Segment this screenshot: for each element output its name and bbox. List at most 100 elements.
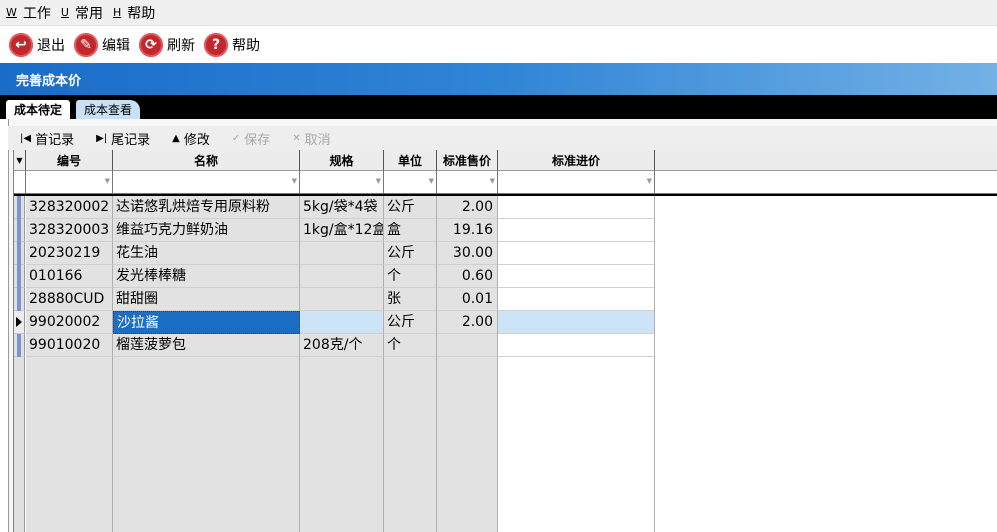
cell-cost[interactable] xyxy=(498,219,655,242)
cell-unit[interactable]: 公斤 xyxy=(384,242,437,265)
checkmark-icon: ✓ xyxy=(231,132,241,144)
filter-code[interactable]: ▼ xyxy=(26,171,113,194)
data-grid: ▼ 编号 名称 规格 单位 标准售价 标准进价 ▼ ▼ ▼ ▼ ▼ ▼ 3283… xyxy=(13,150,997,532)
row-marker xyxy=(17,265,21,288)
cell-spec[interactable]: 1kg/盒*12盒 xyxy=(300,219,384,242)
cell-name[interactable]: 达诺悠乳烘焙专用原料粉 xyxy=(113,196,300,219)
column-chooser-icon[interactable]: ▼ xyxy=(14,150,26,171)
cell-name[interactable]: 花生油 xyxy=(113,242,300,265)
cell-price[interactable]: 2.00 xyxy=(437,196,498,219)
filter-spec[interactable]: ▼ xyxy=(300,171,384,194)
cell-price[interactable] xyxy=(437,334,498,357)
exit-button-label: 退出 xyxy=(37,38,65,54)
cancel-button[interactable]: ✕ 取消 xyxy=(292,129,330,148)
menu-common[interactable]: U 常用 xyxy=(61,3,103,23)
cell-cost[interactable] xyxy=(498,288,655,311)
column-fill-unit xyxy=(384,357,437,532)
help-button[interactable]: ? 帮助 xyxy=(204,33,260,57)
row-marker xyxy=(17,334,21,357)
chevron-down-icon: ▼ xyxy=(428,177,434,185)
cell-code[interactable]: 20230219 xyxy=(26,242,113,265)
row-marker xyxy=(17,288,21,311)
row-indicator[interactable] xyxy=(14,288,25,311)
cell-cost[interactable] xyxy=(498,334,655,357)
cell-unit[interactable]: 公斤 xyxy=(384,311,437,334)
row-indicator-current[interactable] xyxy=(14,311,25,334)
col-header-spec[interactable]: 规格 xyxy=(300,150,384,171)
row-indicator[interactable] xyxy=(14,219,25,242)
help-button-label: 帮助 xyxy=(232,38,260,54)
modify-button[interactable]: ▲ 修改 xyxy=(172,129,210,148)
save-label: 保存 xyxy=(244,132,271,148)
cell-cost[interactable] xyxy=(498,242,655,265)
cell-code[interactable]: 99020002 xyxy=(26,311,113,334)
cell-cost[interactable] xyxy=(498,265,655,288)
filter-cost[interactable]: ▼ xyxy=(498,171,655,194)
cell-price[interactable]: 30.00 xyxy=(437,242,498,265)
col-header-code[interactable]: 编号 xyxy=(26,150,113,171)
cell-price[interactable]: 2.00 xyxy=(437,311,498,334)
window-title: 完善成本价 xyxy=(16,73,82,89)
cell-price[interactable]: 19.16 xyxy=(437,219,498,242)
cell-code[interactable]: 28880CUD xyxy=(26,288,113,311)
filter-unit[interactable]: ▼ xyxy=(384,171,437,194)
cell-cost[interactable] xyxy=(498,311,655,334)
save-button[interactable]: ✓ 保存 xyxy=(232,129,270,148)
cell-spec[interactable]: 208克/个 xyxy=(300,334,384,357)
cell-price[interactable]: 0.01 xyxy=(437,288,498,311)
cell-unit[interactable]: 公斤 xyxy=(384,196,437,219)
menu-help[interactable]: H 帮助 xyxy=(113,3,155,23)
cell-name[interactable]: 维益巧克力鲜奶油 xyxy=(113,219,300,242)
cell-cost[interactable] xyxy=(498,196,655,219)
cancel-x-icon: ✕ xyxy=(292,132,301,144)
row-indicator[interactable] xyxy=(14,242,25,265)
row-indicator[interactable] xyxy=(14,265,25,288)
row-indicator[interactable] xyxy=(14,196,25,219)
refresh-button[interactable]: ⟳ 刷新 xyxy=(139,33,195,57)
cell-unit[interactable]: 个 xyxy=(384,334,437,357)
filter-name[interactable]: ▼ xyxy=(113,171,300,194)
cell-code[interactable]: 328320003 xyxy=(26,219,113,242)
refresh-icon: ⟳ xyxy=(139,33,163,57)
refresh-button-label: 刷新 xyxy=(167,38,195,54)
first-record-button[interactable]: |◀ 首记录 xyxy=(20,129,74,148)
cell-spec[interactable] xyxy=(300,265,384,288)
cell-spec[interactable] xyxy=(300,242,384,265)
cell-code[interactable]: 99010020 xyxy=(26,334,113,357)
main-toolbar: ↩ 退出 ✎ 编辑 ⟳ 刷新 ? 帮助 xyxy=(0,27,997,63)
exit-icon: ↩ xyxy=(9,33,33,57)
col-header-cost[interactable]: 标准进价 xyxy=(498,150,655,171)
menu-work[interactable]: W 工作 xyxy=(6,3,51,23)
cell-unit[interactable]: 盒 xyxy=(384,219,437,242)
tab-cost-view[interactable]: 成本查看 xyxy=(76,100,141,119)
column-fill-price xyxy=(437,357,498,532)
cell-spec[interactable] xyxy=(300,288,384,311)
cell-code[interactable]: 328320002 xyxy=(26,196,113,219)
row-marker xyxy=(17,219,21,242)
col-header-name[interactable]: 名称 xyxy=(113,150,300,171)
cell-code[interactable]: 010166 xyxy=(26,265,113,288)
cell-name[interactable]: 榴莲菠萝包 xyxy=(113,334,300,357)
last-record-button[interactable]: ▶| 尾记录 xyxy=(96,129,150,148)
col-header-unit[interactable]: 单位 xyxy=(384,150,437,171)
column-fill-spec xyxy=(300,357,384,532)
row-marker xyxy=(17,242,21,265)
edit-button[interactable]: ✎ 编辑 xyxy=(74,33,130,57)
cell-name[interactable]: 沙拉酱 xyxy=(113,311,300,334)
tab-cost-pending[interactable]: 成本待定 xyxy=(6,100,71,119)
cell-spec[interactable]: 5kg/袋*4袋 xyxy=(300,196,384,219)
cell-price[interactable]: 0.60 xyxy=(437,265,498,288)
cell-name[interactable]: 发光棒棒糖 xyxy=(113,265,300,288)
help-icon: ? xyxy=(204,33,228,57)
row-indicator[interactable] xyxy=(14,334,25,357)
cell-name[interactable]: 甜甜圈 xyxy=(113,288,300,311)
last-record-icon: ▶| xyxy=(96,132,108,144)
col-header-empty xyxy=(655,150,997,171)
filter-price[interactable]: ▼ xyxy=(437,171,498,194)
cell-spec[interactable] xyxy=(300,311,384,334)
cell-unit[interactable]: 个 xyxy=(384,265,437,288)
filter-empty xyxy=(655,171,997,194)
cell-unit[interactable]: 张 xyxy=(384,288,437,311)
col-header-price[interactable]: 标准售价 xyxy=(437,150,498,171)
exit-button[interactable]: ↩ 退出 xyxy=(9,33,65,57)
